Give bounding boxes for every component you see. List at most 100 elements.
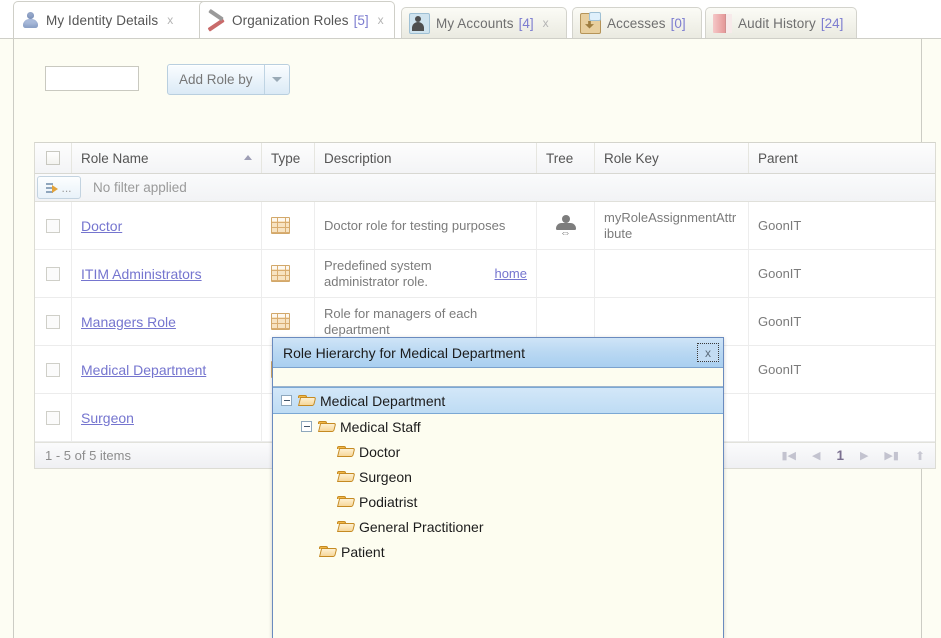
tree-node[interactable]: Podiatrist [273, 489, 723, 514]
role-key-text: myRoleAssignmentAttribute [604, 209, 737, 241]
row-checkbox[interactable] [46, 266, 60, 281]
table-row[interactable]: ITIM Administrators Predefined system ad… [35, 250, 935, 298]
tab-label: My Accounts [436, 15, 514, 31]
collapse-icon[interactable] [281, 395, 292, 406]
cell-role-name: Medical Department [72, 346, 262, 393]
last-page-icon[interactable]: ▶▮ [884, 449, 899, 462]
row-checkbox[interactable] [46, 362, 60, 377]
tree-node-label: Podiatrist [359, 493, 418, 510]
role-name-link[interactable]: Medical Department [81, 362, 206, 378]
add-role-by-dropdown[interactable] [265, 65, 289, 94]
person-hierarchy-icon[interactable]: ⇔ [555, 214, 577, 238]
header-role-key-label: Role Key [604, 150, 659, 166]
description-text: Role for managers of each department [324, 305, 478, 337]
dialog-toolbar-area [273, 368, 723, 387]
cell-role-name: Doctor [72, 202, 262, 249]
dialog-title-bar[interactable]: Role Hierarchy for Medical Department x [273, 338, 723, 368]
tree-node-label: Surgeon [359, 468, 412, 485]
header-role-key[interactable]: Role Key [595, 143, 749, 173]
tab-label: Audit History [738, 15, 816, 31]
tab-close-icon[interactable]: x [378, 13, 384, 27]
cell-description: Doctor role for testing purposes [315, 202, 537, 249]
role-name-link[interactable]: Doctor [81, 218, 122, 234]
cell-role-name: Surgeon [72, 394, 262, 441]
cell-tree[interactable]: ⇔ [537, 202, 595, 249]
header-description[interactable]: Description [315, 143, 537, 173]
filter-button-label: ... [61, 180, 72, 195]
row-select-cell[interactable] [35, 346, 72, 393]
role-name-link[interactable]: Managers Role [81, 314, 176, 330]
header-description-label: Description [324, 150, 392, 166]
collapse-icon[interactable] [301, 421, 312, 432]
dialog-title: Role Hierarchy for Medical Department [283, 344, 525, 361]
tab-audit-history[interactable]: Audit History [24] [705, 7, 857, 38]
row-select-cell[interactable] [35, 298, 72, 345]
cell-parent [749, 394, 935, 441]
tab-close-icon[interactable]: x [167, 13, 173, 27]
header-type[interactable]: Type [262, 143, 315, 173]
tree-node[interactable]: Medical Staff [273, 414, 723, 439]
select-all-checkbox[interactable] [46, 151, 60, 165]
cell-parent: GoonIT [749, 298, 935, 345]
tree-node[interactable]: General Practitioner [273, 514, 723, 539]
filter-row: ... No filter applied [35, 174, 935, 202]
row-checkbox[interactable] [46, 218, 60, 233]
tree-node-label: Doctor [359, 443, 401, 460]
next-page-icon[interactable]: ▶ [860, 449, 868, 462]
tab-my-identity-details[interactable]: My Identity Details x [13, 1, 207, 38]
header-role-name[interactable]: Role Name [72, 143, 262, 173]
folder-icon [319, 545, 335, 558]
tab-organization-roles[interactable]: Organization Roles [5] x [199, 1, 395, 38]
tree-node[interactable]: Medical Department [273, 387, 723, 414]
add-role-by-label[interactable]: Add Role by [168, 65, 265, 94]
header-parent[interactable]: Parent [749, 143, 935, 173]
prev-page-icon[interactable]: ◀ [812, 449, 820, 462]
row-select-cell[interactable] [35, 250, 72, 297]
tree-node[interactable]: Doctor [273, 439, 723, 464]
header-select-all[interactable] [35, 143, 72, 173]
pagination: ▮◀ ◀ 1 ▶ ▶▮ ⬆ [781, 448, 925, 463]
scroll-up-icon[interactable]: ⬆ [915, 449, 925, 463]
tab-close-icon[interactable]: x [543, 16, 549, 30]
search-input[interactable] [45, 66, 139, 91]
parent-text: GoonIT [758, 217, 802, 233]
tab-count: [0] [670, 15, 686, 31]
folder-icon [337, 445, 353, 458]
filter-icon [46, 182, 59, 194]
folder-icon [337, 520, 353, 533]
role-hierarchy-dialog: Role Hierarchy for Medical Department x … [272, 337, 724, 638]
first-page-icon[interactable]: ▮◀ [781, 449, 796, 462]
folder-icon [337, 470, 353, 483]
filter-status-text: No filter applied [93, 180, 187, 195]
row-select-cell[interactable] [35, 394, 72, 441]
cell-description: Predefined system administrator role. ho… [315, 250, 537, 297]
filter-button[interactable]: ... [37, 176, 81, 199]
header-tree[interactable]: Tree [537, 143, 595, 173]
description-home-link[interactable]: home [494, 266, 527, 282]
brick-wall-icon [271, 313, 290, 330]
items-count-text: 1 - 5 of 5 items [45, 448, 131, 463]
folder-icon [298, 394, 314, 407]
header-tree-label: Tree [546, 150, 574, 166]
tree-node[interactable]: Surgeon [273, 464, 723, 489]
row-checkbox[interactable] [46, 410, 60, 425]
parent-text: GoonIT [758, 265, 802, 281]
role-name-link[interactable]: Surgeon [81, 410, 134, 426]
page-number[interactable]: 1 [836, 448, 844, 463]
folder-icon [337, 495, 353, 508]
tab-label: Organization Roles [232, 12, 349, 28]
tab-my-accounts[interactable]: My Accounts [4] x [401, 7, 567, 38]
tab-accesses[interactable]: Accesses [0] [572, 7, 702, 38]
tab-count: [24] [820, 15, 844, 31]
toolbar: Add Role by [15, 63, 922, 108]
row-select-cell[interactable] [35, 202, 72, 249]
close-icon[interactable]: x [697, 343, 719, 362]
row-checkbox[interactable] [46, 314, 60, 329]
tree-node-label: Patient [341, 543, 385, 560]
tree-node[interactable]: Patient [273, 539, 723, 564]
audit-icon [713, 13, 732, 33]
add-role-by-button[interactable]: Add Role by [167, 64, 290, 95]
role-name-link[interactable]: ITIM Administrators [81, 266, 202, 282]
table-row[interactable]: Doctor Doctor role for testing purposes … [35, 202, 935, 250]
cell-role-key: myRoleAssignmentAttribute [595, 202, 749, 249]
